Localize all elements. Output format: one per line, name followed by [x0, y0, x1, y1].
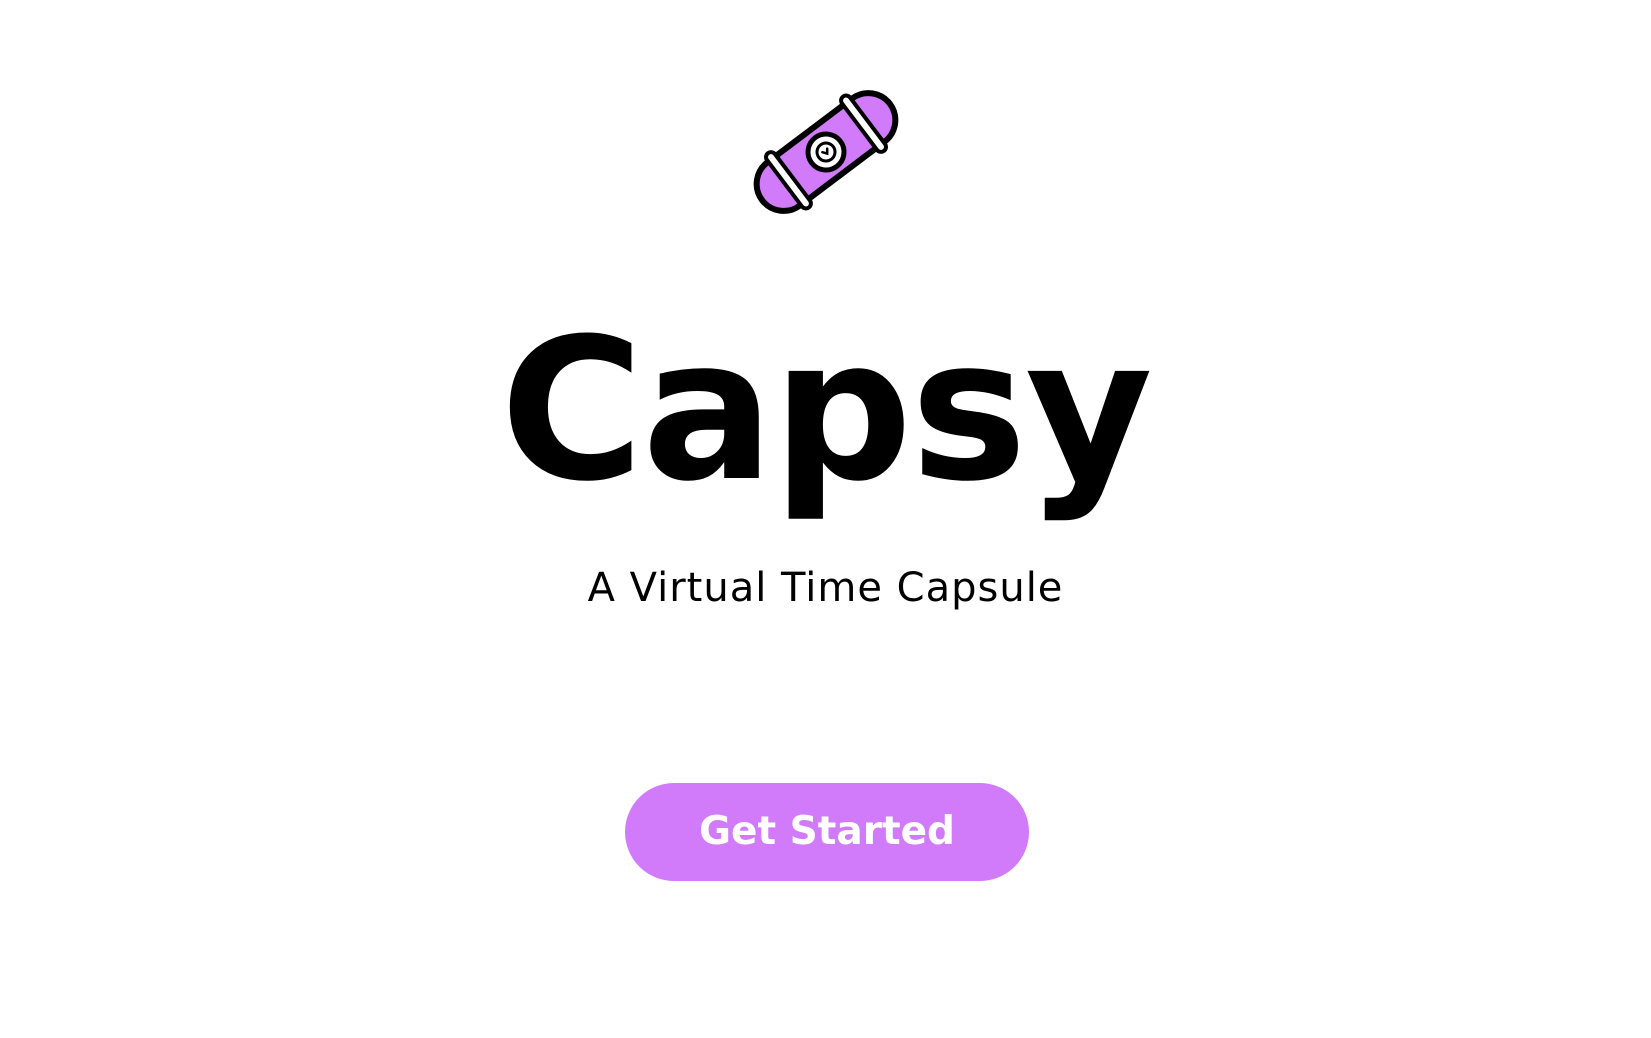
app-title: Capsy: [500, 297, 1153, 525]
skateboard-icon: [740, 82, 912, 222]
get-started-button[interactable]: Get Started: [625, 783, 1029, 881]
landing-page: Capsy A Virtual Time Capsule Get Started: [0, 0, 1651, 1038]
app-tagline: A Virtual Time Capsule: [587, 565, 1064, 611]
